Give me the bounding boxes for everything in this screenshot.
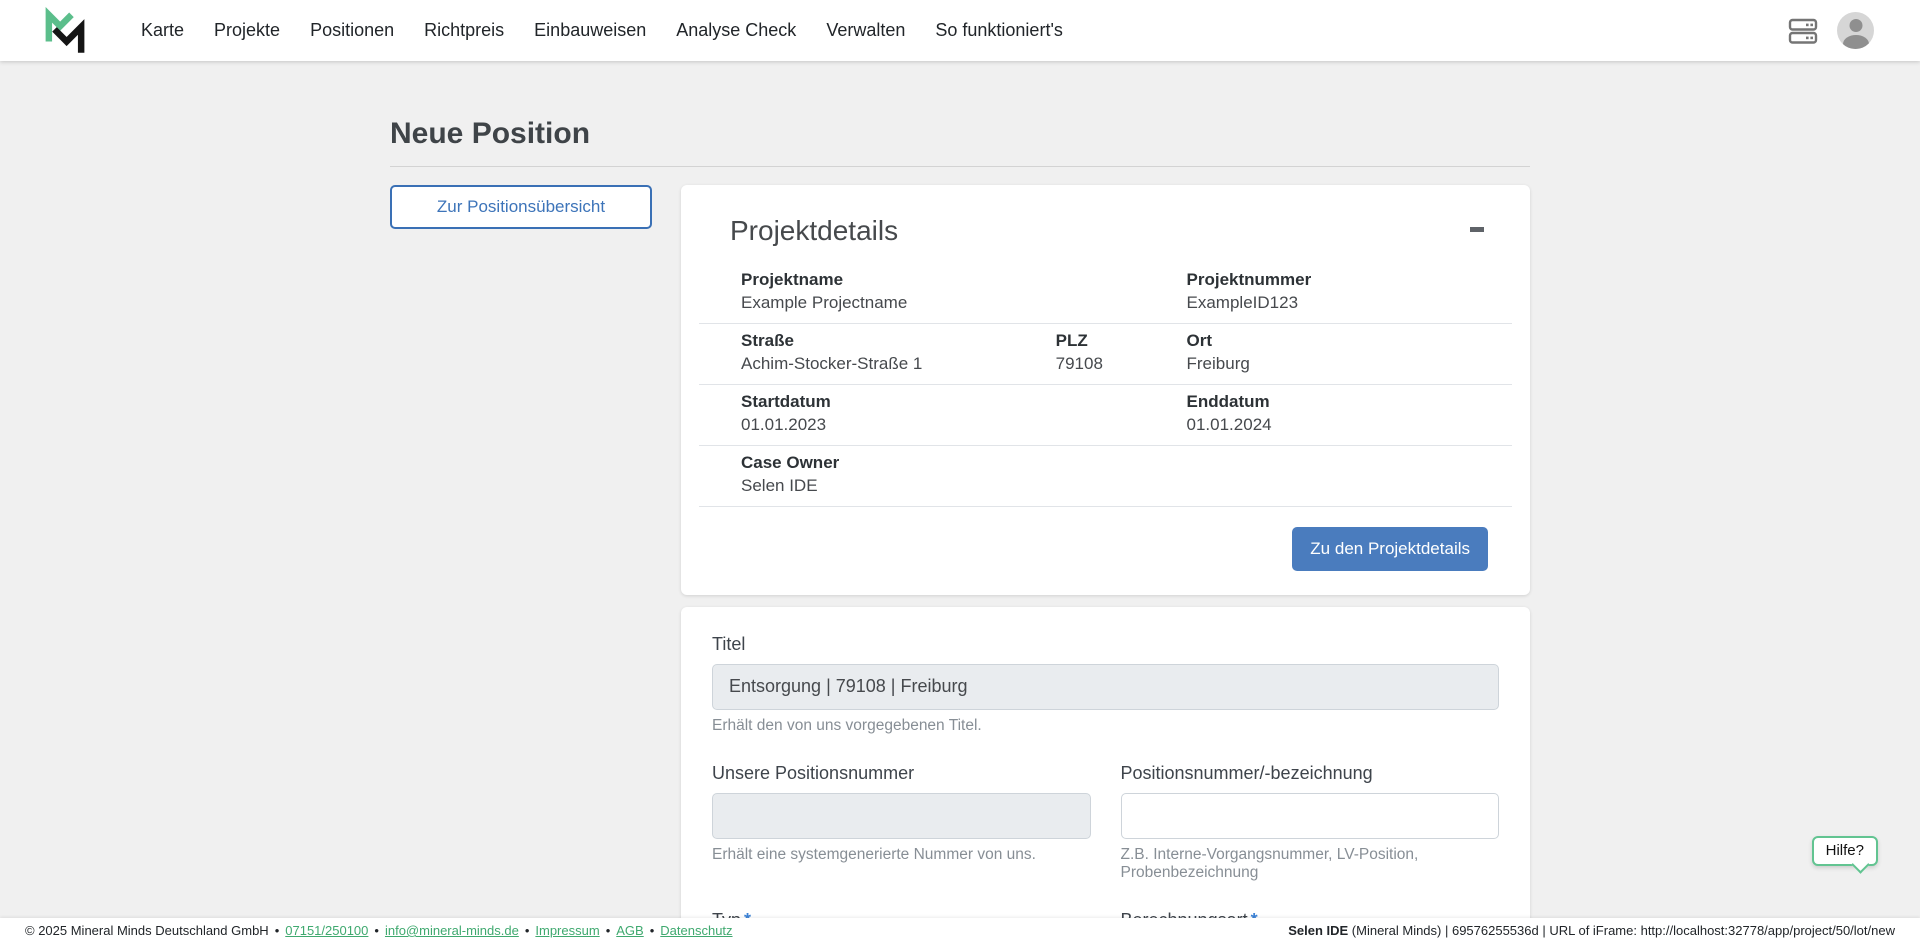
session-info: Selen IDE (Mineral Minds) | 69576255536d…	[1288, 923, 1895, 938]
enddatum-label: Enddatum	[1187, 391, 1470, 414]
nav-item-richtpreis[interactable]: Richtpreis	[409, 0, 519, 61]
main-nav: Karte Projekte Positionen Richtpreis Ein…	[126, 0, 1078, 61]
plz-label: PLZ	[1056, 330, 1103, 353]
projektnummer-label: Projektnummer	[1187, 269, 1470, 292]
project-card-title: Projektdetails	[730, 215, 898, 247]
nav-item-positionen[interactable]: Positionen	[295, 0, 409, 61]
enddatum-value: 01.01.2024	[1187, 414, 1470, 437]
titel-help-text: Erhält den von uns vorgegebenen Titel.	[712, 717, 1499, 735]
table-row: Startdatum 01.01.2023 Enddatum 01.01.202…	[699, 385, 1512, 446]
footer-agb-link[interactable]: AGB	[616, 923, 643, 938]
titel-label: Titel	[712, 634, 1499, 655]
footer-datenschutz-link[interactable]: Datenschutz	[660, 923, 732, 938]
ort-value: Freiburg	[1187, 353, 1470, 376]
strasse-label: Straße	[741, 330, 972, 353]
nav-item-karte[interactable]: Karte	[126, 0, 199, 61]
projektname-label: Projektname	[741, 269, 972, 292]
titel-input	[712, 664, 1499, 710]
position-number-help-text: Z.B. Interne-Vorgangsnummer, LV-Position…	[1121, 846, 1500, 882]
go-to-project-details-button[interactable]: Zu den Projektdetails	[1292, 527, 1488, 571]
position-number-input[interactable]	[1121, 793, 1500, 839]
collapse-card-button[interactable]	[1466, 219, 1488, 240]
brand-logo[interactable]	[44, 6, 86, 56]
projektnummer-value: ExampleID123	[1187, 292, 1470, 315]
plz-value: 79108	[1056, 353, 1103, 376]
our-position-number-input	[712, 793, 1091, 839]
projektname-value: Example Projectname	[741, 292, 972, 315]
position-number-label: Positionsnummer/-bezeichnung	[1121, 763, 1500, 784]
strasse-value: Achim-Stocker-Straße 1	[741, 353, 972, 376]
user-avatar[interactable]	[1837, 12, 1874, 49]
nav-item-so-funktionierts[interactable]: So funktioniert's	[920, 0, 1078, 61]
our-position-number-label: Unsere Positionsnummer	[712, 763, 1091, 784]
session-user-name: Selen IDE	[1288, 923, 1348, 938]
title-divider	[390, 166, 1530, 167]
nav-item-projekte[interactable]: Projekte	[199, 0, 295, 61]
project-details-card: Projektdetails Projektname Example Proje…	[681, 185, 1530, 595]
mineral-minds-logo-icon	[44, 6, 86, 56]
avatar-person-icon	[1849, 19, 1862, 32]
table-row: Case Owner Selen IDE	[699, 446, 1512, 507]
project-details-table: Projektname Example Projectname Projektn…	[699, 263, 1512, 507]
help-button[interactable]: Hilfe?	[1812, 836, 1878, 866]
case-owner-label: Case Owner	[741, 452, 972, 475]
footer-email-link[interactable]: info@mineral-minds.de	[385, 923, 519, 938]
our-position-number-help-text: Erhält eine systemgenerierte Nummer von …	[712, 846, 1091, 864]
back-to-positions-button[interactable]: Zur Positionsübersicht	[390, 185, 652, 229]
minus-icon	[1470, 227, 1484, 232]
table-row: Straße Achim-Stocker-Straße 1 PLZ 79108 …	[699, 324, 1512, 385]
top-navbar: Karte Projekte Positionen Richtpreis Ein…	[0, 0, 1920, 61]
server-icon	[1787, 15, 1819, 47]
startdatum-value: 01.01.2023	[741, 414, 972, 437]
footer-impressum-link[interactable]: Impressum	[535, 923, 599, 938]
page-title: Neue Position	[390, 117, 1530, 151]
nav-item-analyse-check[interactable]: Analyse Check	[661, 0, 811, 61]
case-owner-value: Selen IDE	[741, 475, 972, 498]
main-area: Neue Position Zur Positionsübersicht Pro…	[0, 0, 1920, 943]
footer-phone-link[interactable]: 07151/250100	[285, 923, 368, 938]
nav-item-verwalten[interactable]: Verwalten	[811, 0, 920, 61]
nav-item-einbauweisen[interactable]: Einbauweisen	[519, 0, 661, 61]
table-row: Projektname Example Projectname Projektn…	[699, 263, 1512, 324]
new-position-form-card: Titel Erhält den von uns vorgegebenen Ti…	[681, 607, 1530, 943]
session-details: (Mineral Minds) | 69576255536d | URL of …	[1348, 923, 1895, 938]
server-button[interactable]	[1787, 15, 1819, 47]
startdatum-label: Startdatum	[741, 391, 972, 414]
ort-label: Ort	[1187, 330, 1470, 353]
copyright-text: © 2025 Mineral Minds Deutschland GmbH	[25, 923, 269, 938]
footer: © 2025 Mineral Minds Deutschland GmbH • …	[0, 918, 1920, 943]
